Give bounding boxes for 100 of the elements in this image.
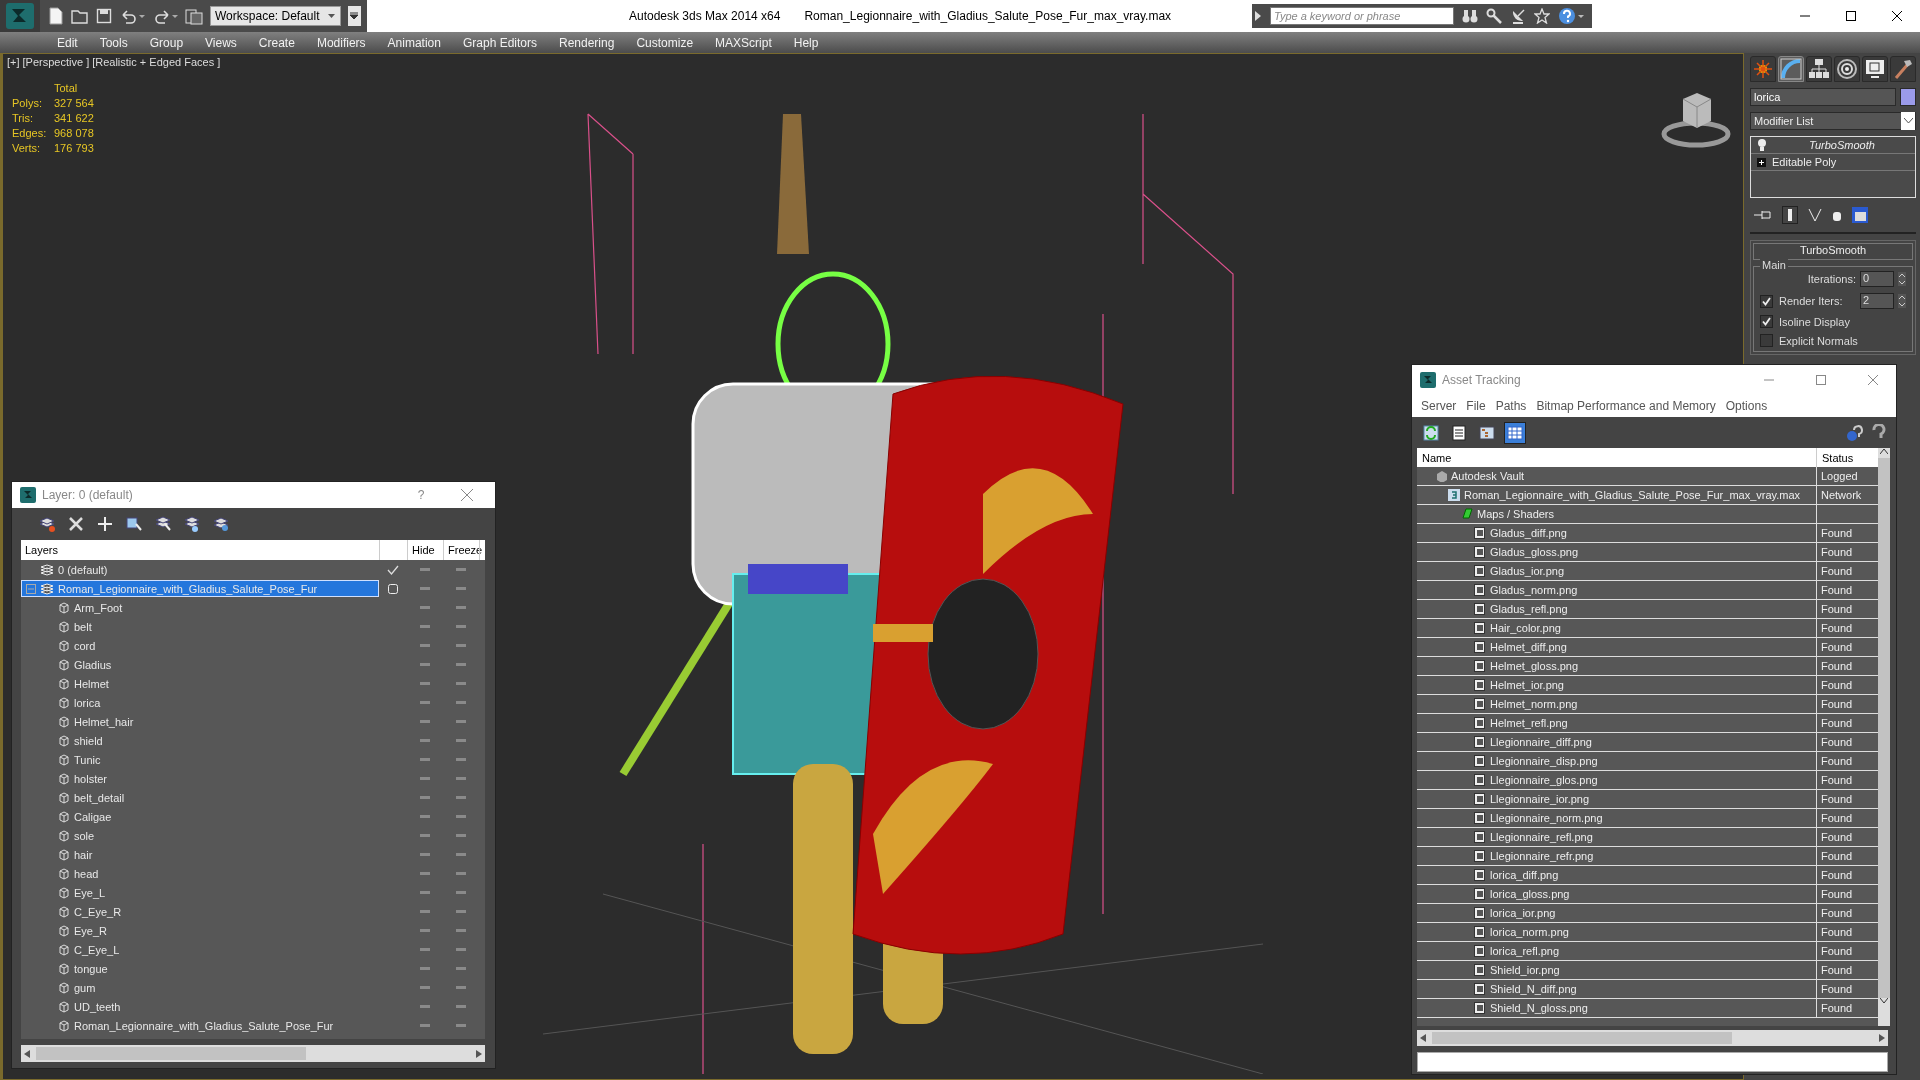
help-icon[interactable]: [1558, 7, 1584, 25]
viewport-label[interactable]: [Perspective ]: [22, 56, 90, 68]
asset-name[interactable]: Gladus_norm.png: [1490, 584, 1578, 596]
current-layer-box-icon[interactable]: [388, 583, 398, 594]
layer-item[interactable]: gum: [21, 979, 379, 996]
asset-name[interactable]: Gladus_refl.png: [1490, 603, 1568, 615]
asset-name[interactable]: Gladus_ior.png: [1490, 565, 1564, 577]
hide-toggle-icon[interactable]: [420, 701, 430, 704]
layer-item[interactable]: Gladius: [21, 656, 379, 673]
help-globe-icon[interactable]: [1846, 423, 1864, 442]
freeze-toggle-icon[interactable]: [456, 815, 466, 818]
freeze-toggle-icon[interactable]: [456, 967, 466, 970]
layer-item[interactable]: Tunic: [21, 751, 379, 768]
layer-item[interactable]: UD_teeth: [21, 998, 379, 1015]
asset-name[interactable]: Autodesk Vault: [1451, 470, 1525, 482]
layer-item[interactable]: head: [21, 865, 379, 882]
hide-toggle-icon[interactable]: [420, 948, 430, 951]
menu-item[interactable]: Edit: [46, 32, 89, 53]
hide-toggle-icon[interactable]: [420, 796, 430, 799]
menu-item[interactable]: Group: [138, 32, 195, 53]
layer-item[interactable]: Roman_Legionnaire_with_Gladius_Salute_Pose_Fur: [21, 580, 379, 597]
hide-toggle-icon[interactable]: [420, 815, 430, 818]
scrollbar-thumb[interactable]: [1432, 1032, 1732, 1044]
layer-item[interactable]: tongue: [21, 960, 379, 977]
column-header[interactable]: Layers: [21, 540, 379, 560]
hide-toggle-icon[interactable]: [420, 967, 430, 970]
freeze-toggle-icon[interactable]: [456, 1024, 466, 1027]
hide-toggle-icon[interactable]: [420, 891, 430, 894]
layer-item[interactable]: lorica: [21, 694, 379, 711]
asset-name[interactable]: lorica_gloss.png: [1490, 888, 1570, 900]
hide-toggle-icon[interactable]: [420, 872, 430, 875]
asset-name[interactable]: Helmet_diff.png: [1490, 641, 1567, 653]
layer-item[interactable]: cord: [21, 637, 379, 654]
asset-name[interactable]: Gladus_diff.png: [1490, 527, 1567, 539]
asset-name[interactable]: Llegionnaire_diff.png: [1490, 736, 1592, 748]
checkbox[interactable]: [1760, 334, 1773, 347]
asset-name[interactable]: Shield_ior.png: [1490, 964, 1560, 976]
toolbar-menu-button[interactable]: [347, 6, 361, 26]
freeze-toggle-icon[interactable]: [456, 777, 466, 780]
asset-name[interactable]: Helmet_ior.png: [1490, 679, 1564, 691]
layer-item[interactable]: shield: [21, 732, 379, 749]
save-button[interactable]: [96, 8, 112, 24]
redo-button[interactable]: [152, 8, 178, 24]
hide-toggle-icon[interactable]: [420, 986, 430, 989]
layer-item[interactable]: C_Eye_R: [21, 903, 379, 920]
object-name-field[interactable]: lorica: [1750, 88, 1896, 106]
asset-name[interactable]: Shield_N_gloss.png: [1490, 1002, 1588, 1014]
freeze-toggle-icon[interactable]: [456, 606, 466, 609]
asset-name[interactable]: Helmet_refl.png: [1490, 717, 1568, 729]
make-unique-icon[interactable]: [1808, 208, 1822, 222]
hide-toggle-icon[interactable]: [420, 929, 430, 932]
hide-toggle-icon[interactable]: [420, 777, 430, 780]
open-button[interactable]: [71, 8, 89, 24]
freeze-toggle-icon[interactable]: [456, 853, 466, 856]
layer-item[interactable]: C_Eye_L: [21, 941, 379, 958]
asset-name[interactable]: Llegionnaire_disp.png: [1490, 755, 1598, 767]
spinner-field[interactable]: 0: [1860, 271, 1894, 287]
hide-toggle-icon[interactable]: [420, 587, 430, 590]
modifier-list-dropdown[interactable]: Modifier List: [1750, 112, 1916, 130]
command-tab[interactable]: [1806, 56, 1832, 82]
asset-name[interactable]: Llegionnaire_refr.png: [1490, 850, 1594, 862]
freeze-toggle-icon[interactable]: [456, 1005, 466, 1008]
light-bulb-icon[interactable]: [1757, 139, 1767, 151]
layer-item[interactable]: Arm_Foot: [21, 599, 379, 616]
command-tab[interactable]: [1750, 56, 1776, 82]
asset-name[interactable]: Llegionnaire_glos.png: [1490, 774, 1598, 786]
menu-item[interactable]: MAXScript: [704, 32, 783, 53]
plus-box-icon[interactable]: [1757, 157, 1766, 167]
hide-toggle-icon[interactable]: [420, 606, 430, 609]
layer-item[interactable]: Eye_R: [21, 922, 379, 939]
collapse-icon[interactable]: [26, 583, 36, 594]
layer-item[interactable]: belt_detail: [21, 789, 379, 806]
menu-item[interactable]: Bitmap Performance and Memory: [1531, 395, 1721, 417]
hide-toggle-icon[interactable]: [420, 910, 430, 913]
current-layer-check-icon[interactable]: [387, 564, 399, 575]
asset-name[interactable]: lorica_norm.png: [1490, 926, 1569, 938]
freeze-toggle-icon[interactable]: [456, 739, 466, 742]
freeze-toggle-icon[interactable]: [456, 625, 466, 628]
horizontal-scrollbar[interactable]: [21, 1045, 485, 1062]
asset-name[interactable]: Shield_N_diff.png: [1490, 983, 1577, 995]
show-end-result-icon[interactable]: [1782, 206, 1798, 224]
hide-all-layers-icon[interactable]: [212, 515, 230, 533]
hide-toggle-icon[interactable]: [420, 739, 430, 742]
menu-item[interactable]: Customize: [625, 32, 705, 53]
hide-toggle-icon[interactable]: [420, 644, 430, 647]
undo-button[interactable]: [119, 8, 145, 24]
freeze-toggle-icon[interactable]: [456, 929, 466, 932]
asset-name[interactable]: Llegionnaire_ior.png: [1490, 793, 1590, 805]
modifier-item[interactable]: TurboSmooth: [1809, 139, 1875, 151]
menu-item[interactable]: Rendering: [548, 32, 626, 53]
menu-item[interactable]: Create: [247, 32, 306, 53]
freeze-toggle-icon[interactable]: [456, 872, 466, 875]
menu-item[interactable]: Animation: [376, 32, 452, 53]
asset-name[interactable]: Helmet_norm.png: [1490, 698, 1578, 710]
checkbox[interactable]: [1760, 294, 1773, 308]
scrollbar-thumb[interactable]: [36, 1047, 306, 1060]
menu-item[interactable]: Tools: [88, 32, 139, 53]
freeze-toggle-icon[interactable]: [456, 758, 466, 761]
freeze-toggle-icon[interactable]: [456, 948, 466, 951]
layer-item[interactable]: Helmet: [21, 675, 379, 692]
